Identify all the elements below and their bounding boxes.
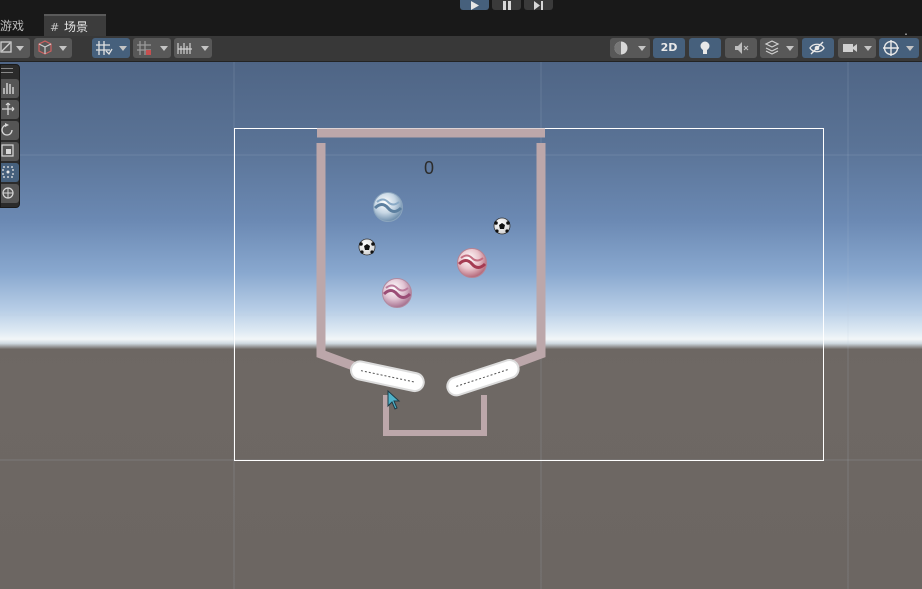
orientation-dropdown[interactable] [34, 38, 72, 58]
light-bulb-icon [700, 41, 710, 54]
right-flipper [446, 359, 520, 397]
rotate-tool[interactable] [1, 121, 19, 140]
transform-icon [2, 187, 14, 199]
hidden-eye-icon [809, 41, 825, 55]
mouse-cursor [387, 389, 401, 410]
step-icon [534, 1, 543, 10]
rect-transform-icon [2, 166, 14, 178]
bottom-cup [383, 395, 487, 436]
soccer-ball-left [358, 238, 376, 256]
tab-game[interactable]: 游戏 [0, 16, 40, 36]
mode-2d-toggle[interactable]: 2D [653, 38, 685, 58]
rect-tool[interactable] [1, 163, 19, 182]
play-controls-bar [0, 0, 922, 14]
ruler-icon [177, 43, 192, 54]
move-tool[interactable] [1, 100, 19, 119]
audio-toggle[interactable] [725, 38, 757, 58]
scene-drawing: 0 [0, 62, 922, 589]
camera-dropdown[interactable] [838, 38, 876, 58]
soccer-ball-right [493, 217, 511, 235]
camera-icon [843, 44, 857, 52]
mute-audio-icon [735, 42, 749, 54]
rotate-icon [1, 123, 13, 136]
step-button[interactable] [524, 0, 553, 10]
marble-red [457, 248, 487, 278]
scene-viewport[interactable]: 0 [0, 62, 922, 589]
shading-sphere-icon [614, 41, 628, 55]
increment-snap-toggle[interactable] [133, 38, 171, 58]
play-button[interactable] [460, 0, 489, 10]
grid-snapping-icon [96, 41, 113, 56]
gizmos-icon [883, 40, 899, 56]
scale-tool[interactable] [1, 142, 19, 161]
effects-icon [764, 40, 780, 55]
mode-2d-label: 2D [660, 41, 678, 54]
move-icon [2, 102, 15, 115]
tab-scene[interactable]: # 场景 [44, 14, 106, 36]
ruler-dropdown[interactable] [174, 38, 212, 58]
palette-grip[interactable] [1, 68, 13, 73]
gizmos-dropdown[interactable] [879, 38, 919, 58]
scale-icon [1, 144, 14, 157]
left-flipper [350, 360, 425, 393]
scene-visibility-toggle[interactable] [802, 38, 834, 58]
scene-toolbar: 2D [0, 36, 922, 62]
marble-blue [373, 192, 403, 222]
pause-icon [503, 1, 511, 10]
hand-icon [3, 83, 14, 94]
tab-game-label: 游戏 [0, 19, 25, 33]
hand-tool[interactable] [1, 79, 19, 98]
pause-button[interactable] [492, 0, 521, 10]
grid-snapping-toggle[interactable] [92, 38, 130, 58]
tab-scene-label: 场景 [64, 20, 89, 34]
lighting-toggle[interactable] [689, 38, 721, 58]
marble-pink [382, 278, 412, 308]
play-icon [471, 1, 479, 10]
tab-bar: 游戏 #场景 ⋮ [0, 14, 922, 45]
effects-dropdown[interactable] [760, 38, 798, 58]
draw-mode-dropdown[interactable] [0, 38, 30, 58]
score-text: 0 [424, 158, 434, 178]
increment-snap-icon [137, 41, 151, 55]
tool-palette [0, 64, 20, 208]
draw-mode-icon [0, 41, 12, 53]
scene-grid [0, 62, 922, 589]
shading-mode-dropdown[interactable] [610, 38, 650, 58]
orientation-cube-icon [38, 40, 52, 55]
transform-tool[interactable] [1, 184, 19, 203]
